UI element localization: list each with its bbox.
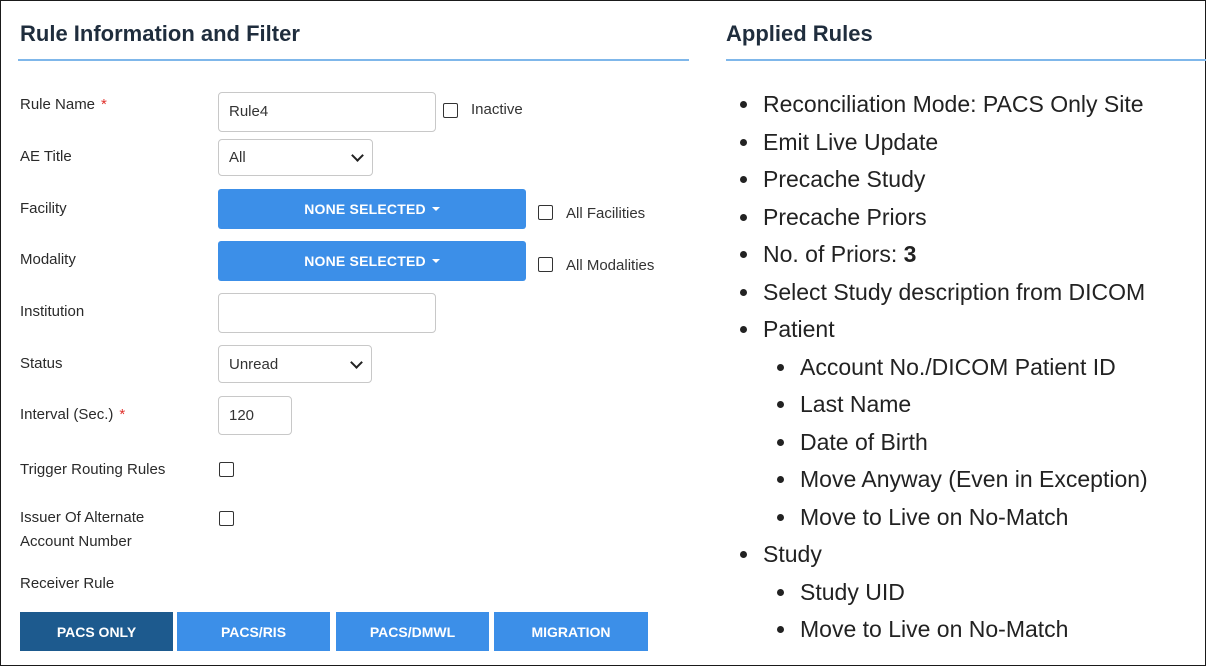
- all-modalities-label: All Modalities: [566, 257, 655, 274]
- required-mark: *: [101, 96, 107, 113]
- trigger-routing-label: Trigger Routing Rules: [20, 461, 166, 478]
- modality-label: Modality: [20, 251, 76, 268]
- list-item: Select Study description from DICOM: [737, 276, 1148, 314]
- list-item: Last Name: [774, 388, 1148, 426]
- list-item: Precache Priors: [737, 201, 1148, 239]
- status-value: Unread: [229, 355, 279, 373]
- list-item: Move Anyway (Even in Exception): [774, 463, 1148, 501]
- institution-label: Institution: [20, 303, 85, 320]
- applied-rules-title: Applied Rules: [726, 21, 873, 46]
- list-item: Move to Live on No-Match: [774, 501, 1148, 539]
- facility-multiselect-button[interactable]: NONE SELECTED: [218, 189, 526, 229]
- list-item: Move to Live on No-Match: [774, 613, 1148, 651]
- modality-multiselect-button[interactable]: NONE SELECTED: [218, 241, 526, 281]
- list-item: Study UID: [774, 576, 1148, 614]
- inactive-checkbox[interactable]: [443, 103, 458, 118]
- list-item: Reconciliation Mode: PACS Only Site: [737, 88, 1148, 126]
- caret-down-icon: [431, 259, 440, 263]
- list-item: Account No./DICOM Patient ID: [774, 351, 1148, 389]
- all-facilities-checkbox[interactable]: [538, 205, 553, 220]
- ae-title-value: All: [229, 149, 246, 166]
- institution-input[interactable]: [218, 293, 436, 333]
- issuer-label-line1: Issuer Of Alternate: [20, 509, 145, 526]
- facility-label: Facility: [20, 200, 67, 217]
- all-facilities-label: All Facilities: [566, 205, 646, 222]
- issuer-checkbox[interactable]: [219, 511, 234, 526]
- required-mark: *: [119, 406, 126, 423]
- issuer-label-line2: Account Number: [20, 533, 132, 550]
- rule-info-divider: [18, 59, 689, 61]
- applied-rules-divider: [726, 59, 1206, 61]
- receiver-rule-label: Receiver Rule: [20, 575, 115, 592]
- caret-down-icon: [431, 207, 440, 211]
- mode-button-migration[interactable]: MIGRATION: [494, 612, 648, 651]
- list-item: Study: [737, 538, 1148, 576]
- list-item: No. of Priors: 3: [737, 238, 1148, 276]
- list-item: Patient: [737, 313, 1148, 351]
- all-modalities-checkbox[interactable]: [538, 257, 553, 272]
- rule-name-label: Rule Name *: [20, 96, 107, 113]
- priors-count: 3: [903, 241, 917, 267]
- status-select[interactable]: Unread: [218, 345, 372, 383]
- inactive-label: Inactive: [471, 101, 523, 118]
- ae-title-select[interactable]: All: [218, 139, 373, 176]
- rule-name-input[interactable]: Rule4: [218, 92, 436, 132]
- mode-button-pacs-ris[interactable]: PACS/RIS: [177, 612, 330, 651]
- mode-button-pacs-dmwl[interactable]: PACS/DMWL: [336, 612, 489, 651]
- chevron-down-icon: [350, 355, 363, 369]
- interval-label: Interval (Sec.) *: [20, 406, 126, 423]
- chevron-down-icon: [351, 149, 364, 162]
- list-item: Precache Study: [737, 163, 1148, 201]
- trigger-routing-checkbox[interactable]: [219, 462, 234, 477]
- list-item: Date of Birth: [774, 426, 1148, 464]
- mode-button-pacs-only[interactable]: PACS ONLY: [20, 612, 173, 651]
- ae-title-label: AE Title: [20, 148, 72, 165]
- list-item: Emit Live Update: [737, 126, 1148, 164]
- rule-info-title: Rule Information and Filter: [20, 21, 300, 46]
- status-label: Status: [20, 355, 63, 372]
- interval-input[interactable]: 120: [218, 396, 292, 435]
- applied-rules-list: Reconciliation Mode: PACS Only Site Emit…: [737, 88, 1148, 651]
